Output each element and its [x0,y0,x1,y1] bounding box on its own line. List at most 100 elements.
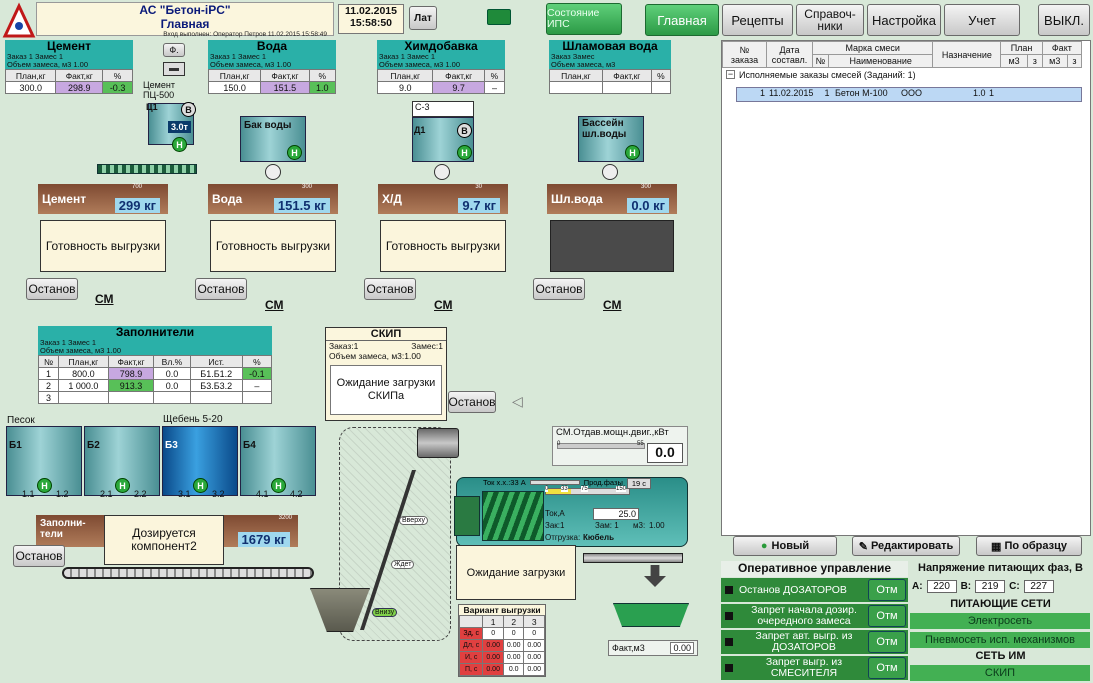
motor-max: 55 [637,441,644,447]
slurry-cm: СМ [603,298,622,312]
slurry-h-icon: Н [625,145,640,160]
cell: Дл, с [458,639,484,652]
mixer-secs: 19 с [626,478,652,489]
cell: Б3.Б3.2 [189,379,243,392]
cell [189,391,243,404]
water-cm: СМ [265,298,284,312]
slurry-plan [549,81,603,94]
exit-button[interactable]: ВЫКЛ. [1038,4,1090,36]
nav-accounting[interactable]: Учет [944,4,1020,36]
col-plan-grp: План [1000,41,1043,55]
col-fact: Факт,кг [432,69,485,82]
table-row[interactable]: 1 11.02.2015 1 Бетон М-100 ООО 1.0 1 [736,87,1082,102]
cancel-button-2[interactable]: Отм [868,605,906,627]
mixer-fact-label: Факт,м3 [612,643,645,653]
water-plan: 150.0 [207,81,262,94]
cell: 0.0 [502,663,525,676]
col-plan: План,кг [207,69,262,82]
cell: 11.02.2015 [769,88,814,98]
cement-plan: 300.0 [4,81,57,94]
plus-icon: ● [760,540,768,552]
speaker-icon[interactable]: ◁ [512,393,528,409]
cell: 0.00 [502,639,525,652]
cement-ready: Готовность выгрузки [40,220,166,272]
col-date: Дата составл. [766,41,813,68]
new-button[interactable]: ● Новый [733,536,837,556]
cement-h-icon: Н [172,137,187,152]
nav-reference[interactable]: Справоч-ники [796,4,864,36]
time: 15:58:50 [349,17,393,29]
water-volume: Объем замеса, м3 1.00 [208,61,336,69]
nav-recipes[interactable]: Рецепты [722,4,793,36]
cement-f-button[interactable]: Ф. [163,43,185,57]
phase-a-value: 220 [926,580,957,593]
water-pct: 1.0 [308,81,337,94]
water-stop-button[interactable]: Останов [195,278,247,300]
admix-tank-id: Д1 [414,125,426,135]
cell: ООО [901,88,923,98]
cement-silo-label: Цемент ПЦ-500 [143,80,175,100]
aggregates-scale-max: 3200 [278,515,292,521]
cement-stop-button[interactable]: Останов [26,278,78,300]
lang-button[interactable]: Лат [409,6,437,30]
water-weight: 151.5 кг [273,198,330,213]
cement-cm: СМ [95,292,114,306]
oper-label: Запрет авт. выгр. из ДОЗАТОРОВ [755,630,853,653]
cement-panel: Цемент Заказ 1 Замес 1 Объем замеса, м3 … [4,40,133,94]
col-plan-z: з [1026,54,1043,68]
edit-button[interactable]: ✎ Редактировать [852,536,960,556]
col-fact: Факт,кг [601,69,652,82]
cement-screw [97,164,197,174]
login-line: Вход выполнен: Оператор Петров 11.02.201… [163,31,327,38]
orders-group-row[interactable]: − Исполняемые заказы смесей (Заданий: 1) [722,68,1090,82]
col-fact: Факт,кг [107,355,155,368]
new-label: Новый [771,540,810,552]
motor-panel: СМ.Отдав.мощн.двиг.,кВт 0 55 0.0 [552,426,688,466]
copy-button[interactable]: ▦ По образцу [976,536,1082,556]
copy-icon: ▦ [991,540,1002,553]
slurry-stop-button[interactable]: Останов [533,278,585,300]
cell: 1 [989,88,995,98]
skip-panel: СКИП Заказ:1 Замес:1 Объем замеса, м3:1.0… [325,327,447,421]
cell [458,615,484,628]
admix-table: План,кг Факт,кг% 9.0 9.7– [376,69,506,94]
cell: 2 [37,379,60,392]
mixer-tick-0: 0 [545,486,549,492]
oper-label: Останов ДОЗАТОРОВ [739,584,847,596]
bin-1-name: Песок [7,415,35,426]
cell [153,391,191,404]
gate-1-1: 1.1 [22,489,35,499]
cell: 1 [759,88,765,98]
cement-f-indicator [163,62,185,76]
cement-tons: 3.0т [168,121,191,133]
cell: 0.00 [523,663,545,676]
col-no: № [812,54,829,68]
col-plan: План,кг [376,69,434,82]
admix-stop-button[interactable]: Останов [364,278,416,300]
orders-panel: № заказа Дата составл. Марка смеси Назна… [721,40,1091,536]
slurry-scale: Шл.вода 300 0.0 кг [547,184,677,214]
cell: 1 [482,615,504,628]
indicator-icon [725,612,733,620]
nav-main[interactable]: Главная [645,4,719,36]
collapse-icon[interactable]: − [726,70,735,79]
nav-settings[interactable]: Настройка [867,4,941,36]
cancel-button-1[interactable]: Отм [868,579,906,601]
skip-stop-button[interactable]: Останов [448,391,496,413]
col-fact-grp: Факт [1041,41,1083,55]
keyboard-icon[interactable] [487,9,511,25]
aggregates-stop-button[interactable]: Останов [13,545,65,567]
water-scale-max: 300 [301,184,312,190]
voltage-row: A: 220 B: 219 C: 227 [912,580,1090,593]
table-row: Зд, с000 [458,627,545,640]
col-plan-m3: м3 [1000,54,1028,68]
bin-2-h-icon: Н [115,478,130,493]
gate-3-1: 3.1 [178,489,191,499]
cancel-button-3[interactable]: Отм [868,631,906,653]
cell: 0.0 [153,379,191,392]
mixer-idle: Ток х.х.:33 А [483,478,526,487]
admix-scale-max: 30 [475,184,482,190]
state-button[interactable]: Состояние ИПС [546,3,622,35]
admix-scale: Х/Д 30 9.7 кг [378,184,508,214]
cancel-button-4[interactable]: Отм [868,657,906,679]
